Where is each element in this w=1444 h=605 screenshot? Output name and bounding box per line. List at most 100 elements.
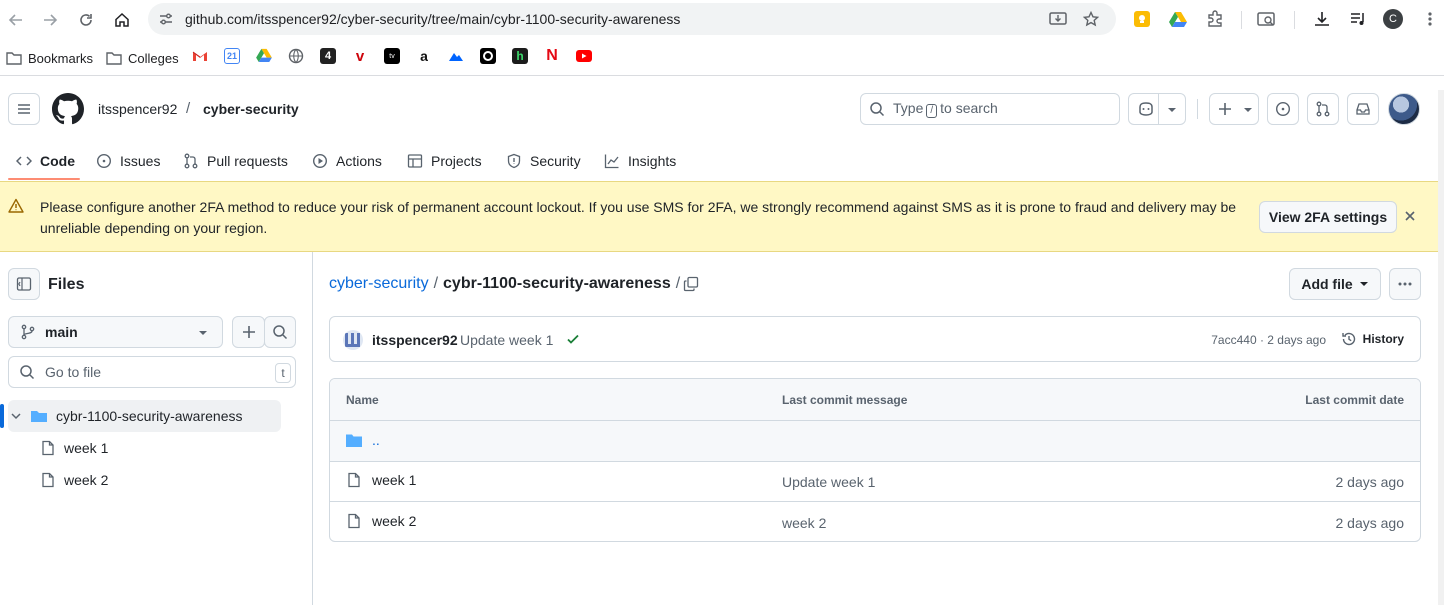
tree-item-file[interactable]: week 2 xyxy=(40,468,108,492)
search-icon xyxy=(273,325,288,340)
close-icon[interactable] xyxy=(1404,210,1416,222)
circle-bookmark-icon[interactable] xyxy=(480,48,496,64)
back-icon[interactable] xyxy=(4,8,28,32)
hulu-bookmark-icon[interactable]: h xyxy=(512,48,528,64)
tree-selected-indicator xyxy=(0,404,4,428)
bookmark-folder-bookmarks[interactable]: Bookmarks xyxy=(6,48,93,68)
download-icon[interactable] xyxy=(1312,9,1332,29)
tree-item-file[interactable]: week 1 xyxy=(40,436,108,460)
chevron-down-icon xyxy=(1168,108,1176,112)
github-header: itsspencer92 / cyber-security Type / to se… xyxy=(0,77,1444,181)
repo-name-link[interactable]: cyber-security xyxy=(203,101,299,117)
bookmarks-bar: Bookmarks Colleges xyxy=(0,40,1444,76)
user-avatar[interactable] xyxy=(1388,93,1420,125)
check-icon[interactable] xyxy=(566,332,580,346)
bookmark-folder-colleges[interactable]: Colleges xyxy=(106,48,179,68)
search-files-button[interactable] xyxy=(264,316,296,348)
add-file-button[interactable]: Add file xyxy=(1289,268,1381,300)
file-name-link[interactable]: week 2 xyxy=(372,513,416,529)
copy-path-icon[interactable] xyxy=(683,276,699,292)
calendar-bookmark-icon[interactable]: 21 xyxy=(224,48,240,64)
site-info-icon[interactable] xyxy=(158,11,174,27)
verizon-bookmark-icon[interactable]: v xyxy=(352,48,368,65)
create-new-button[interactable] xyxy=(1209,93,1259,125)
youtube-bookmark-icon[interactable] xyxy=(576,48,592,64)
tab-actions[interactable]: Actions xyxy=(312,149,382,173)
page-scrollbar[interactable] xyxy=(1438,90,1444,605)
url-text[interactable]: github.com/itsspencer92/cyber-security/t… xyxy=(185,11,680,27)
column-name: Name xyxy=(346,393,379,407)
repo-nav-tabs: Code Issues Pull requests Actions Projec… xyxy=(0,141,1444,181)
table-row[interactable]: week 1 Update week 1 2 days ago xyxy=(330,461,1420,502)
collapse-sidebar-icon[interactable] xyxy=(8,268,40,300)
view-2fa-settings-button[interactable]: View 2FA settings xyxy=(1259,201,1397,233)
play-icon xyxy=(312,153,328,169)
channel4-bookmark-icon[interactable]: 4 xyxy=(320,48,336,64)
extensions-puzzle-icon[interactable] xyxy=(1205,9,1225,29)
plus-icon xyxy=(242,326,255,338)
pull-requests-icon[interactable] xyxy=(1307,93,1339,125)
drive-extension-icon[interactable] xyxy=(1168,9,1188,29)
browser-toolbar: github.com/itsspencer92/cyber-security/t… xyxy=(0,0,1444,40)
table-row[interactable]: week 2 week 2 2 days ago xyxy=(330,502,1420,541)
reload-icon[interactable] xyxy=(74,8,98,32)
install-app-icon[interactable] xyxy=(1049,11,1067,27)
breadcrumb-current: cybr-1100-security-awareness xyxy=(443,275,671,292)
paramount-bookmark-icon[interactable] xyxy=(448,48,464,64)
inbox-icon[interactable] xyxy=(1347,93,1379,125)
tab-pull-requests[interactable]: Pull requests xyxy=(183,149,288,173)
history-link[interactable]: History xyxy=(1341,331,1404,347)
address-bar[interactable]: github.com/itsspencer92/cyber-security/t… xyxy=(148,3,1116,35)
drive-bookmark-icon[interactable] xyxy=(256,48,272,64)
keep-extension-icon[interactable] xyxy=(1132,9,1152,29)
issues-icon[interactable] xyxy=(1267,93,1299,125)
owner-repo-separator: / xyxy=(186,100,191,117)
amazon-bookmark-icon[interactable]: a xyxy=(416,48,432,64)
breadcrumb-root-link[interactable]: cyber-security xyxy=(329,275,429,293)
hamburger-menu-icon[interactable] xyxy=(8,93,40,125)
globe-bookmark-icon[interactable] xyxy=(288,48,304,64)
chrome-menu-icon[interactable] xyxy=(1420,9,1440,29)
commit-author-avatar[interactable] xyxy=(343,330,363,350)
file-name-link[interactable]: week 1 xyxy=(372,472,416,488)
gmail-bookmark-icon[interactable] xyxy=(192,48,208,64)
branch-selector[interactable]: main xyxy=(8,316,223,348)
commit-message-link[interactable]: Update week 1 xyxy=(460,332,553,348)
tree-item-folder[interactable]: cybr-1100-security-awareness xyxy=(10,404,242,428)
add-file-plus-button[interactable] xyxy=(232,316,265,348)
repo-owner-link[interactable]: itsspencer92 xyxy=(98,101,177,117)
forward-icon[interactable] xyxy=(38,8,62,32)
files-heading: Files xyxy=(48,276,85,293)
star-icon[interactable] xyxy=(1083,11,1099,27)
alert-icon xyxy=(8,198,24,214)
commit-author-link[interactable]: itsspencer92 xyxy=(372,332,458,348)
tab-security[interactable]: Security xyxy=(506,149,581,173)
home-icon[interactable] xyxy=(110,8,134,32)
search-shortcut-key: / xyxy=(926,104,938,118)
commit-sha-time[interactable]: 7acc440 · 2 days ago xyxy=(1211,333,1326,347)
go-to-file-input[interactable]: Go to file t xyxy=(8,356,296,388)
search-input[interactable]: Type / to search xyxy=(860,93,1120,125)
parent-directory-row[interactable]: .. xyxy=(330,421,1420,462)
appletv-bookmark-icon[interactable]: tv xyxy=(384,48,400,64)
table-header: Name Last commit message Last commit dat… xyxy=(330,379,1420,421)
tab-code[interactable]: Code xyxy=(16,149,75,173)
latest-commit-box: itsspencer92 Update week 1 7acc440 · 2 d… xyxy=(329,316,1421,362)
chevron-down-icon xyxy=(11,413,21,420)
tab-projects[interactable]: Projects xyxy=(407,149,482,173)
profile-avatar[interactable]: C xyxy=(1383,9,1403,29)
tab-issues[interactable]: Issues xyxy=(96,149,160,173)
commit-message-link[interactable]: Update week 1 xyxy=(782,474,875,490)
commit-message-link[interactable]: week 2 xyxy=(782,515,826,531)
copilot-button[interactable] xyxy=(1128,93,1186,125)
tab-insights[interactable]: Insights xyxy=(604,149,676,173)
git-branch-icon xyxy=(21,324,35,340)
github-logo-icon[interactable] xyxy=(52,93,84,125)
media-control-icon[interactable] xyxy=(1348,9,1368,29)
folder-icon xyxy=(346,434,362,447)
more-options-icon[interactable] xyxy=(1389,268,1421,300)
go-to-file-shortcut: t xyxy=(275,363,291,383)
tab-search-icon[interactable] xyxy=(1257,9,1277,29)
banner-message: Please configure another 2FA method to r… xyxy=(40,199,1237,236)
netflix-bookmark-icon[interactable]: N xyxy=(544,47,560,64)
